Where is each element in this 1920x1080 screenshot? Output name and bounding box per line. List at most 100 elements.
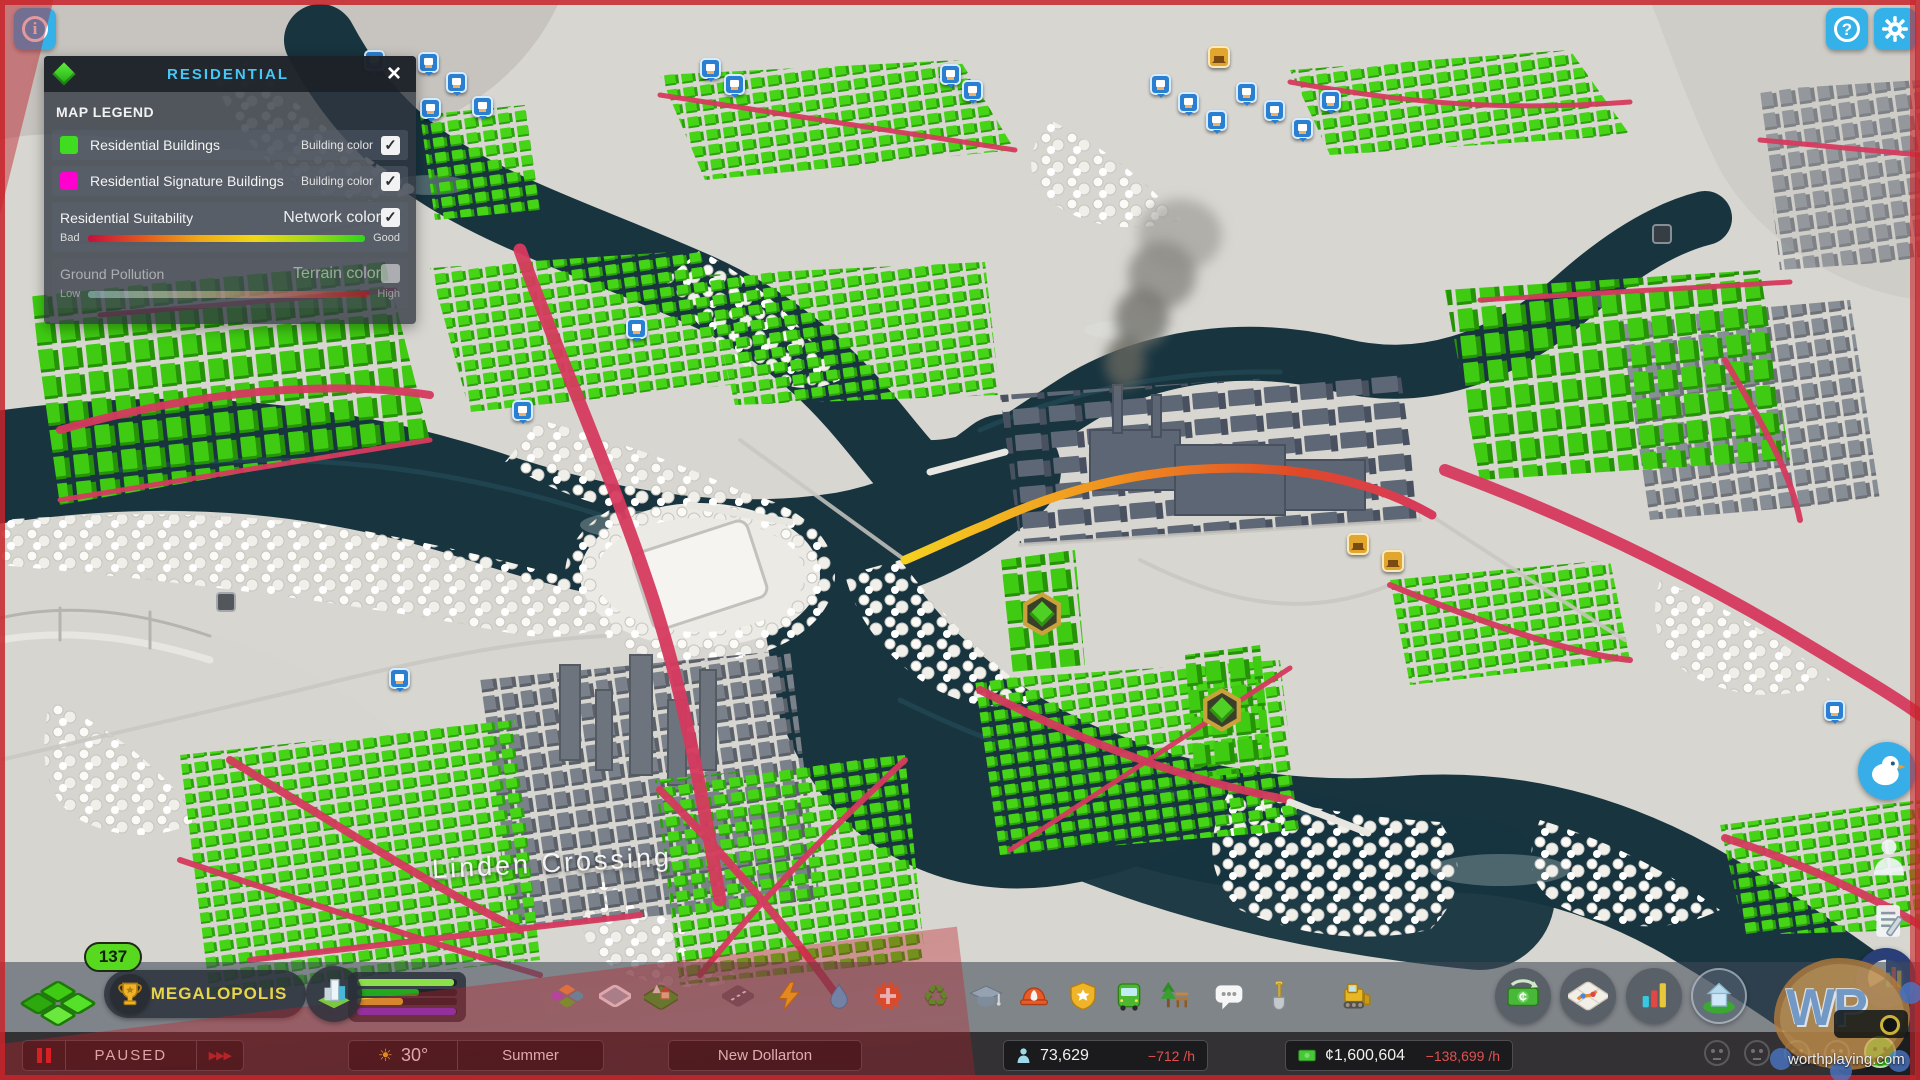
info-button[interactable]: i — [14, 8, 56, 50]
service-marker-icon[interactable] — [940, 64, 961, 88]
help-button[interactable]: ? — [1826, 8, 1868, 50]
service-marker-icon[interactable] — [1150, 74, 1171, 98]
tool-water-button[interactable] — [819, 976, 859, 1016]
trophy-icon — [110, 974, 150, 1014]
weather-season-widget[interactable]: ☀ 30° Summer — [348, 1040, 604, 1071]
tool-landscaping-button[interactable] — [641, 976, 681, 1016]
service-marker-icon[interactable] — [962, 80, 983, 104]
scale-min-label: Bad — [60, 232, 80, 244]
info-icon: i — [22, 16, 48, 42]
water-drop-icon — [830, 983, 848, 1009]
pause-button[interactable] — [23, 1041, 65, 1070]
happiness-widget[interactable] — [1690, 1036, 1896, 1068]
city-progress-button[interactable] — [306, 966, 362, 1022]
legend-label: Ground Pollution — [60, 265, 165, 282]
legend-mode-label: Terrain color — [292, 264, 381, 282]
game-screen: Linden Crossing RESIDENTIAL × MAP LEGEND… — [0, 0, 1920, 1080]
population-widget[interactable]: 73,629 −712 /h — [1003, 1040, 1208, 1071]
temperature-label: 30° — [401, 1045, 429, 1065]
tool-roads-button[interactable] — [718, 976, 758, 1016]
journal-icon — [1876, 905, 1903, 937]
service-marker-icon[interactable] — [446, 72, 467, 96]
economy-panel-button[interactable]: ¢ — [1495, 968, 1551, 1024]
tool-areas-button[interactable] — [595, 976, 635, 1016]
electricity-icon — [778, 981, 801, 1011]
settings-button[interactable] — [1874, 8, 1916, 50]
scale-max-label: Good — [373, 232, 400, 244]
city-name-widget[interactable]: New Dollarton — [668, 1040, 862, 1071]
service-marker-icon[interactable] — [1824, 700, 1845, 724]
map-overview-panel-button[interactable] — [1560, 968, 1616, 1024]
utility-marker-icon[interactable] — [1652, 224, 1672, 244]
economy-icon: ¢ — [1507, 979, 1539, 1007]
service-marker-icon[interactable] — [472, 96, 493, 120]
utility-marker-icon[interactable] — [216, 592, 236, 612]
panel-title: RESIDENTIAL — [166, 65, 289, 83]
signature-marker-icon[interactable] — [1382, 550, 1404, 572]
signature-marker-icon[interactable] — [1347, 533, 1369, 555]
tool-garbage-button[interactable]: ♻ — [916, 976, 956, 1016]
checkbox-unchecked[interactable] — [381, 264, 400, 283]
service-marker-icon[interactable] — [512, 400, 533, 424]
bulldozer-button[interactable] — [1336, 976, 1376, 1016]
checkbox-checked[interactable]: ✓ — [381, 135, 400, 155]
service-marker-icon[interactable] — [418, 52, 439, 76]
budget-widget[interactable]: ¢1,600,604 −138,699 /h — [1285, 1040, 1513, 1071]
chirper-button[interactable] — [1858, 742, 1916, 800]
service-marker-icon[interactable] — [1264, 100, 1285, 124]
service-marker-icon[interactable] — [1320, 90, 1341, 114]
legend-row-suitability: Residential Suitability Network color ✓ … — [52, 202, 408, 252]
service-marker-icon[interactable] — [626, 318, 647, 342]
checkbox-checked[interactable]: ✓ — [381, 208, 400, 227]
tool-parks-button[interactable] — [1154, 976, 1194, 1016]
sad-face-icon — [1784, 1040, 1810, 1066]
tool-terraforming-button[interactable] — [1259, 976, 1299, 1016]
milestone-tiles-icon — [20, 981, 96, 1026]
statistics-panel-button[interactable] — [1626, 968, 1682, 1024]
tool-communications-button[interactable] — [1209, 976, 1249, 1016]
info-views-panel-button[interactable] — [1691, 968, 1747, 1024]
legend-row-residential-buildings: Residential Buildings Building color ✓ — [52, 130, 408, 160]
milestone-progress-button[interactable]: 137 — [16, 942, 142, 1044]
signature-marker-icon[interactable] — [1208, 46, 1230, 68]
person-icon — [1017, 1048, 1030, 1063]
service-marker-icon[interactable] — [1236, 82, 1257, 106]
milestone-name-button[interactable]: MEGALOPOLIS — [104, 970, 306, 1018]
tool-fire-rescue-button[interactable] — [1014, 976, 1054, 1016]
svg-text:¢: ¢ — [1519, 990, 1527, 1006]
tool-transportation-button[interactable] — [1109, 976, 1149, 1016]
question-icon: ? — [1834, 16, 1860, 42]
service-marker-icon[interactable] — [1178, 92, 1199, 116]
service-marker-icon[interactable] — [724, 74, 745, 98]
graduation-cap-icon — [969, 985, 1003, 1007]
residential-zone-icon — [52, 62, 76, 86]
bulldozer-icon — [1343, 983, 1371, 1009]
industrial-demand-bar — [357, 1007, 456, 1015]
service-marker-icon[interactable] — [700, 58, 721, 82]
xp-level-badge: 137 — [84, 942, 142, 972]
tool-zoning-button[interactable] — [547, 976, 587, 1016]
main-toolbar: 137 MEGALOPOLIS ♻ ¢ — [0, 942, 1920, 1032]
healthcare-icon — [874, 982, 902, 1010]
demand-progress-panel[interactable] — [348, 972, 466, 1022]
journal-button[interactable] — [1866, 896, 1912, 946]
sun-icon: ☀ — [377, 1045, 393, 1065]
tool-education-button[interactable] — [966, 976, 1006, 1016]
gear-icon — [1882, 16, 1908, 42]
citizen-panel-button[interactable] — [1866, 832, 1912, 882]
neutral-face-icon — [1824, 1040, 1850, 1066]
service-marker-icon[interactable] — [1206, 110, 1227, 134]
tool-police-button[interactable] — [1063, 976, 1103, 1016]
close-icon[interactable]: × — [382, 62, 406, 86]
service-marker-icon[interactable] — [389, 668, 410, 692]
bar-chart-icon — [1642, 983, 1666, 1008]
service-marker-icon[interactable] — [1292, 118, 1313, 142]
tool-healthcare-button[interactable] — [868, 976, 908, 1016]
fast-forward-button[interactable]: ▶▶▶ — [197, 1041, 243, 1070]
chirper-bird-icon — [1872, 756, 1906, 786]
checkbox-checked[interactable]: ✓ — [381, 171, 400, 191]
legend-label: Residential Signature Buildings — [90, 173, 284, 189]
tool-electricity-button[interactable] — [769, 976, 809, 1016]
service-marker-icon[interactable] — [420, 98, 441, 122]
happy-face-icon — [1864, 1036, 1896, 1068]
